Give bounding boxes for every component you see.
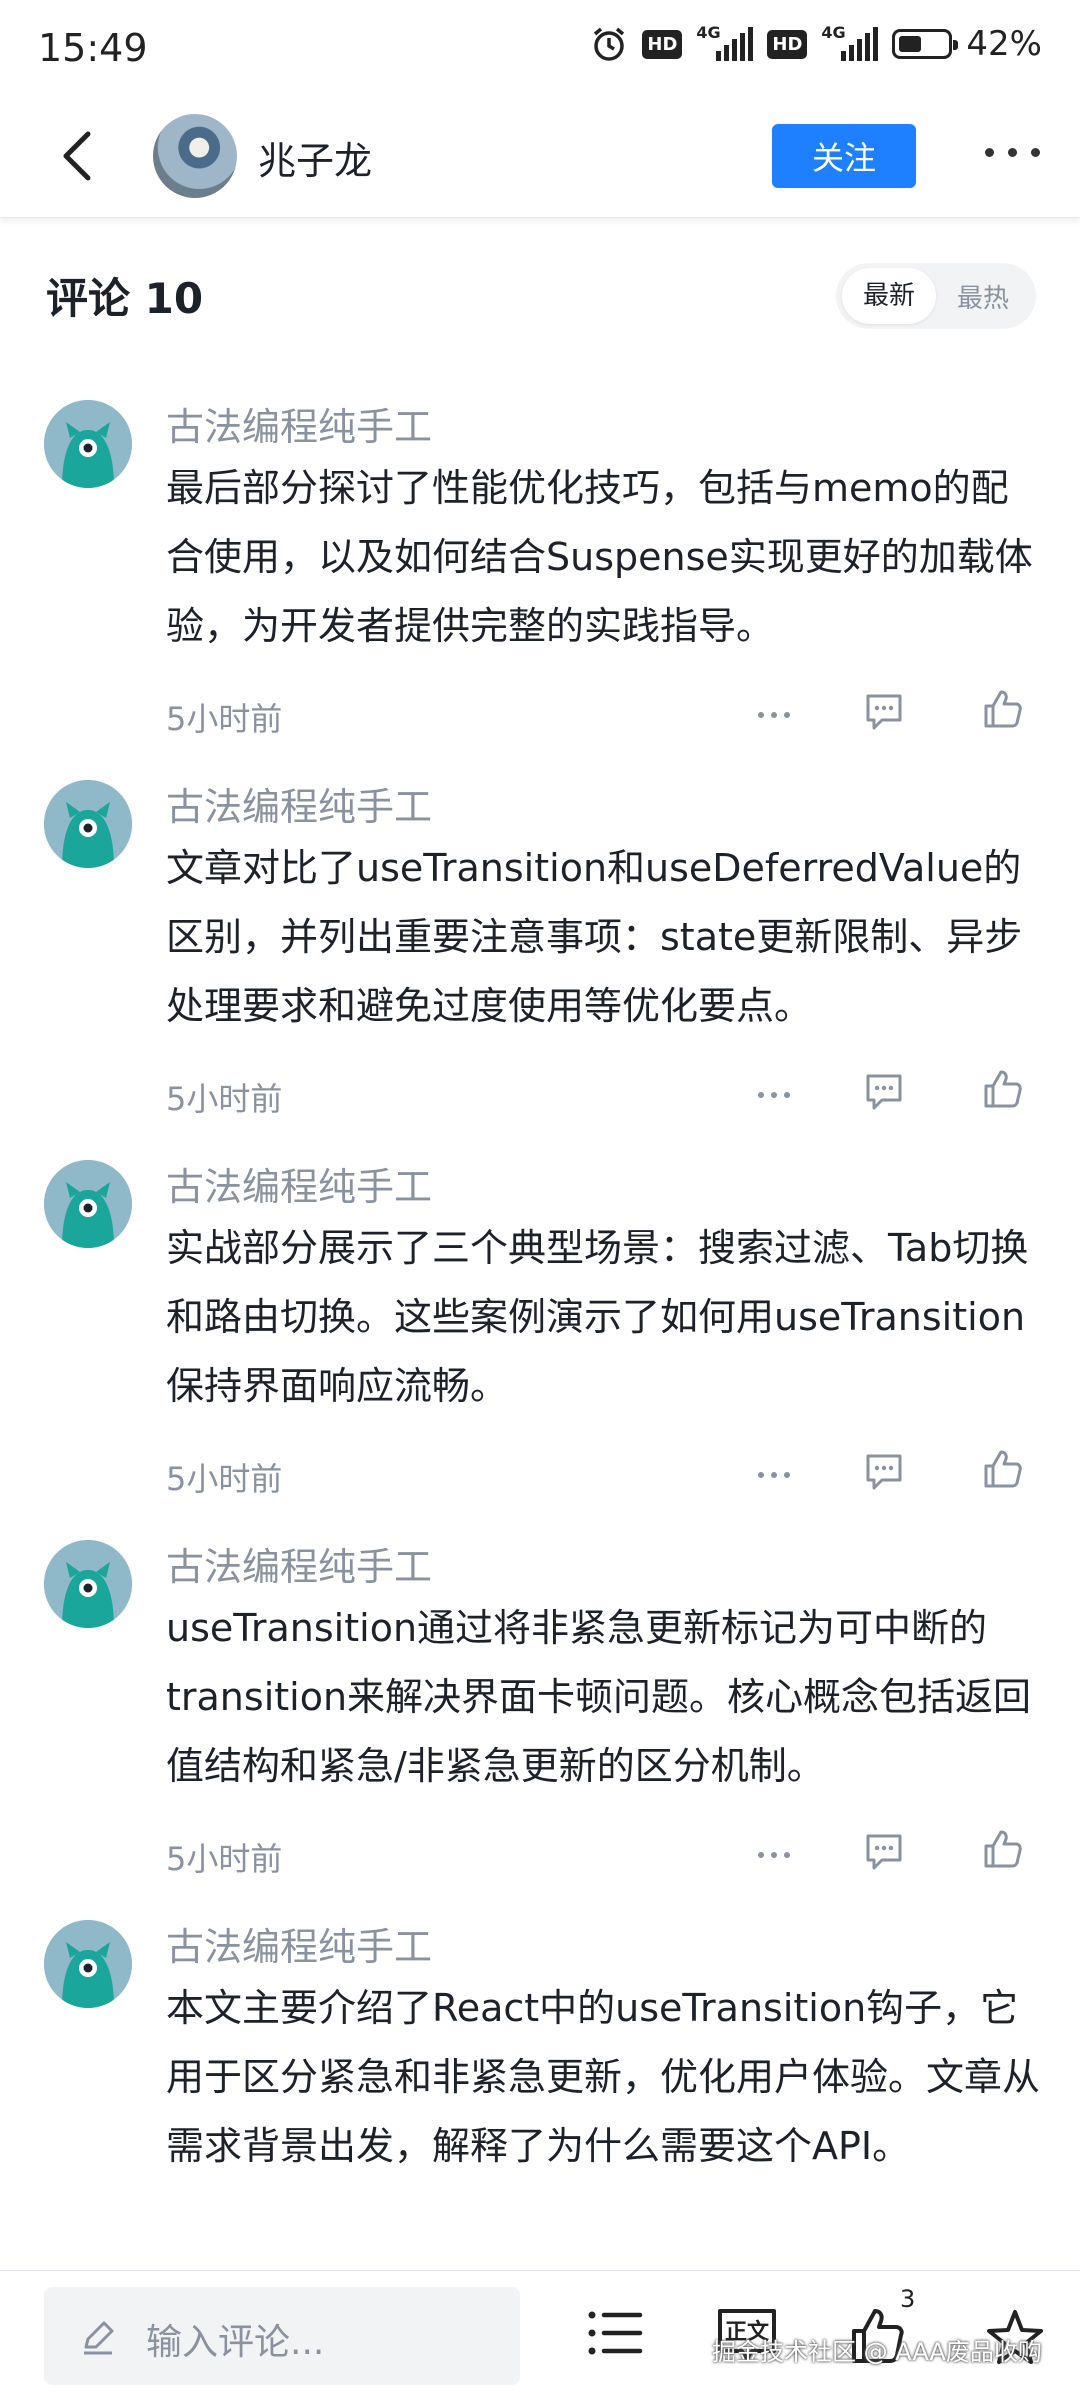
thumbs-up-icon[interactable] <box>980 1066 1026 1112</box>
comment-actions: 5小时前 <box>166 1450 1046 1500</box>
comment-more-icon[interactable] <box>758 1092 790 1098</box>
commenter-name[interactable]: 古法编程纯手工 <box>166 776 432 831</box>
network-type: 4G <box>696 23 721 42</box>
battery-level: 42% <box>966 24 1042 64</box>
sort-newest-tab[interactable]: 最新 <box>842 268 936 324</box>
pen-icon <box>84 2321 114 2355</box>
comment-time: 5小时前 <box>166 1080 283 1118</box>
commenter-avatar[interactable] <box>44 1540 132 1628</box>
reply-icon[interactable] <box>862 1070 906 1114</box>
comment-time: 5小时前 <box>166 1840 283 1878</box>
comment-text: useTransition通过将非紧急更新标记为可中断的transition来解… <box>166 1606 1032 1788</box>
sort-hottest-tab[interactable]: 最热 <box>936 278 1030 315</box>
reply-icon[interactable] <box>862 1830 906 1874</box>
sort-toggle: 最新 最热 <box>836 263 1036 329</box>
comment-text: 文章对比了useTransition和useDeferredValue的区别，并… <box>166 846 1023 1028</box>
status-icons: HD 4G HD 4G 42% <box>590 23 1042 64</box>
status-bar: 15:49 HD 4G HD 4G 42% <box>0 0 1080 96</box>
article-like-count: 3 <box>900 2285 916 2313</box>
list-icon[interactable] <box>584 2303 644 2363</box>
author-avatar[interactable] <box>153 114 237 198</box>
comments-count-title: 评论 10 <box>46 274 204 323</box>
signal-icon: 4G <box>696 23 754 61</box>
network-type: 4G <box>821 23 846 42</box>
comment-time: 5小时前 <box>166 1460 283 1498</box>
comment-actions: 5小时前 <box>166 1070 1046 1120</box>
commenter-name[interactable]: 古法编程纯手工 <box>166 1916 432 1971</box>
comment-text: 本文主要介绍了React中的useTransition钩子，它用于区分紧急和非紧… <box>166 1986 1041 2168</box>
commenter-avatar[interactable] <box>44 1160 132 1248</box>
commenter-name[interactable]: 古法编程纯手工 <box>166 1536 432 1591</box>
comment-input[interactable]: 输入评论... <box>44 2287 520 2385</box>
hd-badge: HD <box>767 29 808 59</box>
author-name[interactable]: 兆子龙 <box>258 130 372 185</box>
app-header: 兆子龙 关注 <box>0 96 1080 218</box>
alarm-icon <box>594 27 625 61</box>
commenter-avatar[interactable] <box>44 1920 132 2008</box>
comment-more-icon[interactable] <box>758 1472 790 1478</box>
watermark: 掘金技术社区 @ AAA废品收购 <box>712 2338 1042 2366</box>
comment-more-icon[interactable] <box>758 1852 790 1858</box>
comments-header: 评论 10 最新 最热 <box>0 255 1080 335</box>
comment-actions: 5小时前 <box>166 690 1046 740</box>
reply-icon[interactable] <box>862 1450 906 1494</box>
status-time: 15:49 <box>38 26 148 70</box>
commenter-name[interactable]: 古法编程纯手工 <box>166 396 432 451</box>
signal-icon: 4G <box>821 23 879 61</box>
comment-actions: 5小时前 <box>166 1830 1046 1880</box>
commenter-avatar[interactable] <box>44 780 132 868</box>
back-arrow-icon[interactable] <box>50 126 110 186</box>
comment-more-icon[interactable] <box>758 712 790 718</box>
comment-time: 5小时前 <box>166 700 283 738</box>
commenter-name[interactable]: 古法编程纯手工 <box>166 1156 432 1211</box>
hd-badge: HD <box>642 29 683 59</box>
reply-icon[interactable] <box>862 690 906 734</box>
battery-icon <box>892 29 959 59</box>
follow-button[interactable]: 关注 <box>772 124 916 188</box>
more-options-icon[interactable] <box>985 148 1040 157</box>
commenter-avatar[interactable] <box>44 400 132 488</box>
thumbs-up-icon[interactable] <box>980 686 1026 732</box>
comment-text: 最后部分探讨了性能优化技巧，包括与memo的配合使用，以及如何结合Suspens… <box>166 466 1033 648</box>
thumbs-up-icon[interactable] <box>980 1446 1026 1492</box>
comment-input-placeholder: 输入评论... <box>146 2322 325 2363</box>
comment-text: 实战部分展示了三个典型场景：搜索过滤、Tab切换和路由切换。这些案例演示了如何用… <box>166 1226 1029 1408</box>
thumbs-up-icon[interactable] <box>980 1826 1026 1872</box>
